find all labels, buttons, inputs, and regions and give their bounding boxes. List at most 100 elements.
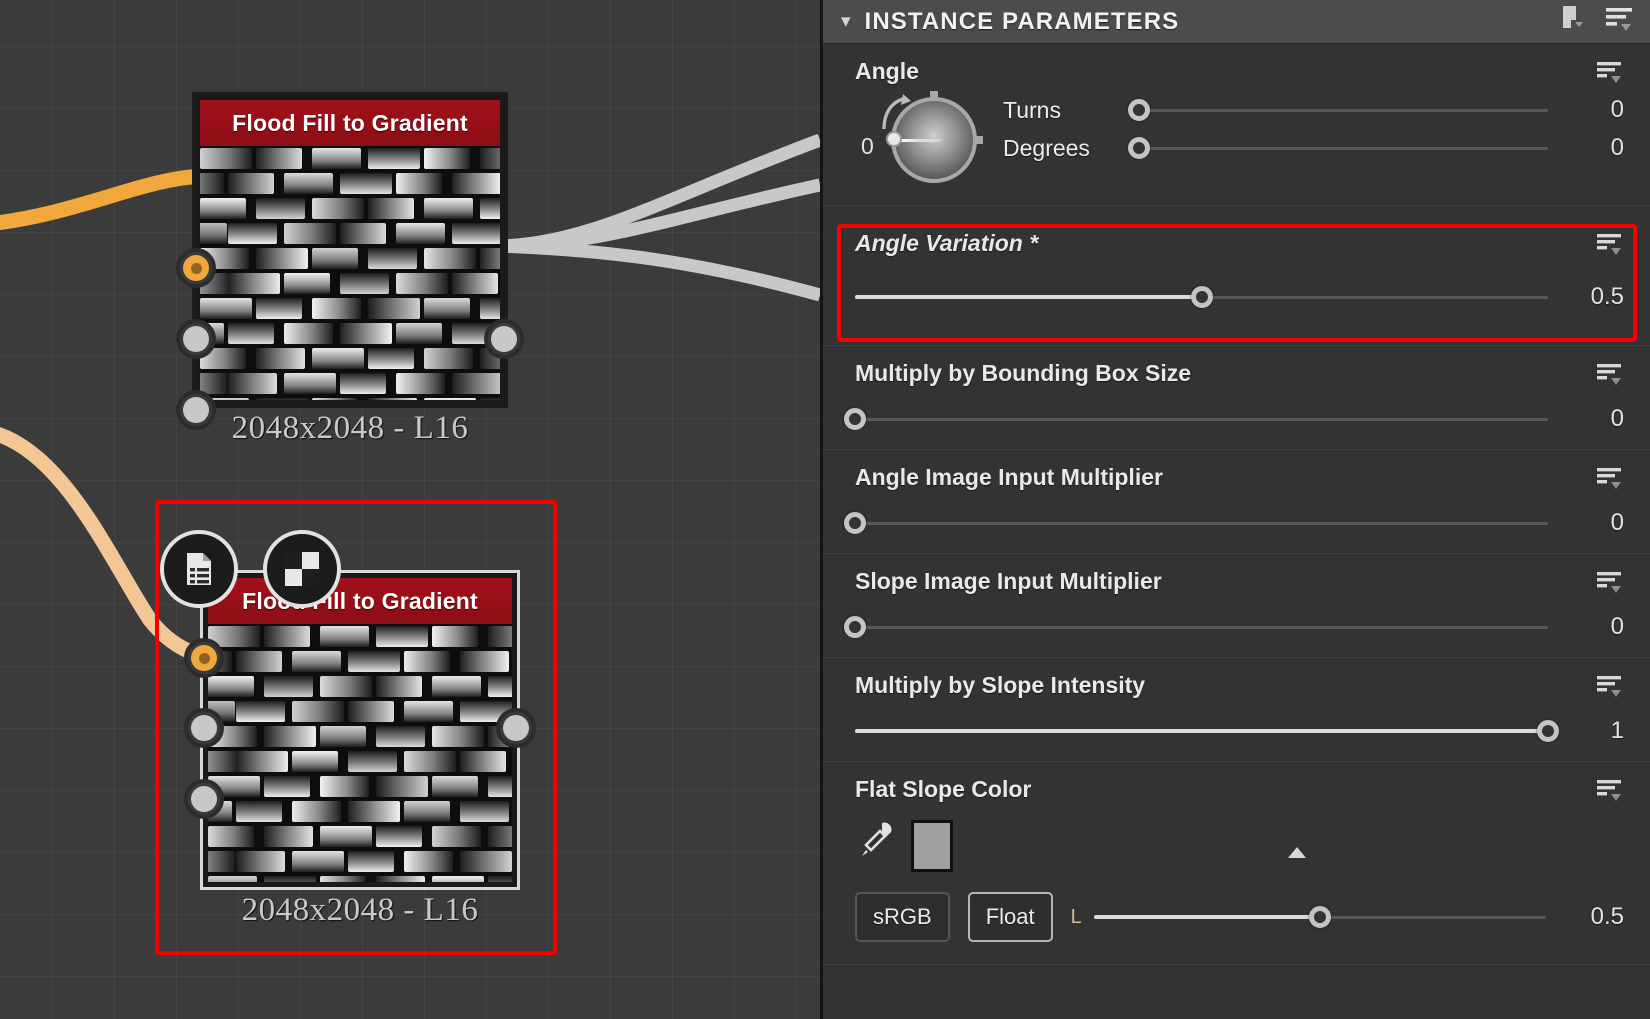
- row-options-menu-icon[interactable]: [1596, 60, 1628, 93]
- document-list-icon[interactable]: [160, 530, 238, 608]
- node-input-port-secondary[interactable]: [184, 708, 224, 748]
- angle-dial[interactable]: 0: [855, 91, 1003, 191]
- param-label: Slope Image Input Multiplier: [855, 568, 1162, 594]
- dial-handle[interactable]: [886, 131, 902, 147]
- slider-line: 1: [855, 717, 1624, 745]
- channel-label: L: [1070, 905, 1082, 928]
- node-output-port[interactable]: [484, 319, 524, 359]
- bookmark-preset-icon[interactable]: [1558, 4, 1588, 39]
- color-controls-row: sRGB Float L 0.5: [855, 892, 1624, 942]
- param-value[interactable]: 1: [1560, 717, 1624, 745]
- param-label: Angle: [855, 58, 919, 84]
- slider-rail: [1139, 109, 1548, 112]
- angle-dial-face[interactable]: [886, 91, 983, 183]
- node-flood-fill-to-gradient-1[interactable]: Flood Fill to Gradient: [176, 92, 524, 430]
- slider-track[interactable]: [844, 408, 1548, 430]
- param-row-angle-variation: Angle Variation * 0.5: [823, 206, 1650, 346]
- slider-knob[interactable]: [844, 616, 866, 638]
- row-options-menu-glyph: [1597, 468, 1621, 489]
- slider-track[interactable]: [855, 286, 1548, 308]
- port-core: [191, 786, 217, 812]
- color-swatch[interactable]: [911, 819, 953, 872]
- slider-track[interactable]: [855, 720, 1559, 742]
- param-row-flat-slope-color: Flat Slope Color sRGB Float L 0.5: [823, 762, 1650, 965]
- row-options-menu-icon[interactable]: [1596, 570, 1628, 603]
- slider-knob[interactable]: [1190, 286, 1213, 308]
- row-options-menu-icon[interactable]: [1596, 778, 1628, 811]
- slider-knob[interactable]: [1308, 906, 1331, 928]
- dial-tick-top: [930, 91, 938, 101]
- eyedropper-icon[interactable]: [855, 817, 897, 874]
- row-options-menu-icon[interactable]: [1596, 466, 1628, 499]
- options-menu-icon[interactable]: [1604, 4, 1638, 39]
- slider-track[interactable]: [844, 616, 1548, 638]
- options-menu-glyph: [1606, 8, 1632, 31]
- node-input-port-tertiary[interactable]: [184, 779, 224, 819]
- port-core: [191, 715, 217, 741]
- param-value[interactable]: 0.5: [1560, 283, 1624, 311]
- slider-knob[interactable]: [1128, 137, 1150, 159]
- chevron-down-icon[interactable]: ▾: [841, 12, 851, 31]
- slider-knob[interactable]: [1128, 99, 1150, 121]
- panel-header: ▾ INSTANCE PARAMETERS: [823, 0, 1650, 44]
- param-subrow-degrees: Degrees 0: [1003, 129, 1624, 167]
- node-flood-fill-to-gradient-2[interactable]: Flood Fill to Gradient: [184, 570, 536, 890]
- checkerboard-icon[interactable]: [263, 530, 341, 608]
- param-label: Multiply by Bounding Box Size: [855, 360, 1192, 386]
- param-label: Flat Slope Color: [855, 776, 1032, 802]
- slider-knob[interactable]: [844, 408, 866, 430]
- colorspace-srgb-button[interactable]: sRGB: [855, 892, 950, 942]
- slider-rail: [855, 418, 1548, 421]
- param-value[interactable]: 0: [1560, 613, 1624, 641]
- slider-track[interactable]: [844, 512, 1548, 534]
- slider-fill: [855, 295, 1202, 299]
- param-value[interactable]: 0: [1560, 509, 1624, 537]
- row-options-menu-glyph: [1597, 364, 1621, 385]
- row-options-menu-icon[interactable]: [1596, 232, 1628, 265]
- port-core: [491, 326, 517, 352]
- param-value[interactable]: 0.5: [1560, 903, 1624, 931]
- param-value[interactable]: 0: [1560, 134, 1624, 162]
- row-options-menu-glyph: [1597, 572, 1621, 593]
- param-row-angle: Angle 0 Turns 0 Degrees 0: [823, 44, 1650, 206]
- port-core: [191, 645, 217, 671]
- panel-title: INSTANCE PARAMETERS: [864, 7, 1180, 35]
- port-core: [183, 255, 209, 281]
- checkerboard-glyph: [285, 552, 319, 586]
- panel-header-icons: [1558, 4, 1638, 39]
- port-core: [183, 397, 209, 423]
- document-list-glyph: [187, 553, 211, 585]
- node-input-port-secondary[interactable]: [176, 319, 216, 359]
- slider-rail: [1139, 147, 1548, 150]
- slider-line: 0: [844, 509, 1624, 537]
- param-sublabel: Degrees: [1003, 134, 1090, 161]
- slider-line: 0: [844, 405, 1624, 433]
- dial-tick-right: [973, 136, 983, 144]
- angle-dial-value: 0: [861, 133, 874, 159]
- node-graph-canvas[interactable]: Flood Fill to Gradient 2048x2048 - L16 F…: [0, 0, 820, 1019]
- angle-dial-group: 0 Turns 0 Degrees 0: [855, 91, 1624, 191]
- bookmark-preset-glyph: [1563, 6, 1583, 28]
- param-row-multiply-bounding-box-size: Multiply by Bounding Box Size 0: [823, 346, 1650, 450]
- param-value[interactable]: 0: [1560, 96, 1624, 124]
- param-subrow-turns: Turns 0: [1003, 91, 1624, 129]
- row-options-menu-icon[interactable]: [1596, 674, 1628, 707]
- node-output-port[interactable]: [496, 708, 536, 748]
- node-input-port-primary[interactable]: [176, 248, 216, 288]
- slider-track[interactable]: [1093, 906, 1546, 928]
- slider-fill: [1093, 915, 1320, 919]
- row-options-menu-glyph: [1597, 234, 1621, 255]
- slider-track[interactable]: [1128, 99, 1548, 121]
- node-input-port-tertiary[interactable]: [176, 390, 216, 430]
- slider-knob[interactable]: [1537, 720, 1559, 742]
- slider-track[interactable]: [1128, 137, 1548, 159]
- format-float-button[interactable]: Float: [967, 892, 1053, 942]
- node-input-port-primary[interactable]: [184, 638, 224, 678]
- row-options-menu-icon[interactable]: [1596, 362, 1628, 395]
- angle-sub-sliders: Turns 0 Degrees 0: [1003, 91, 1624, 167]
- param-value[interactable]: 0: [1560, 405, 1624, 433]
- slider-knob[interactable]: [844, 512, 866, 534]
- node-resolution-label-2: 2048x2048 - L16: [241, 892, 479, 928]
- slider-fill: [855, 729, 1548, 733]
- gradient-marker[interactable]: [1287, 846, 1306, 858]
